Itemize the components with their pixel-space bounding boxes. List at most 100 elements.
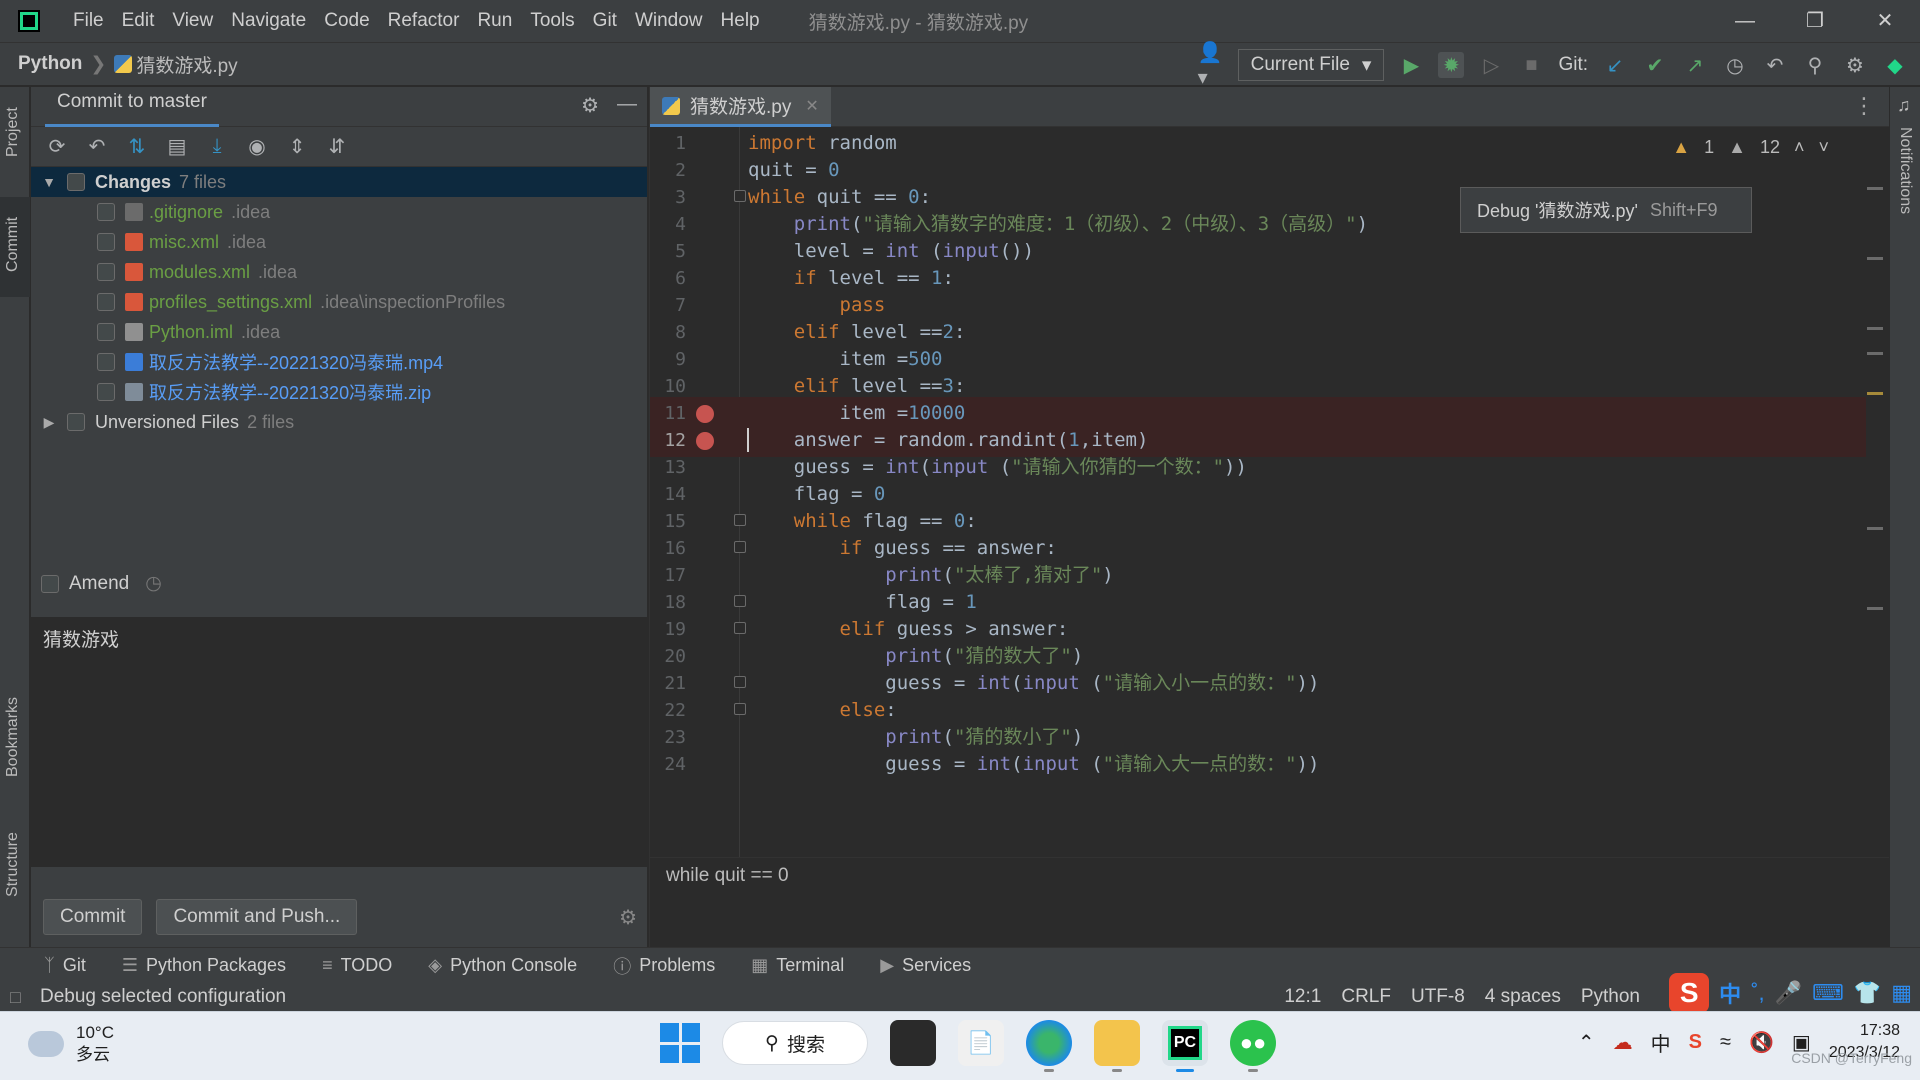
restore-icon[interactable]: ❐ bbox=[1780, 0, 1850, 42]
toolwindow-problems[interactable]: ⓘ Problems bbox=[613, 953, 715, 979]
menu-file[interactable]: File bbox=[64, 0, 113, 42]
diff-icon[interactable]: ▤ bbox=[163, 134, 191, 159]
jetbrains-icon[interactable]: ◆ bbox=[1882, 52, 1908, 78]
run-configuration-select[interactable]: Current File ▾ bbox=[1237, 49, 1385, 81]
toolwindow-python-packages[interactable]: ☰ Python Packages bbox=[122, 955, 286, 976]
indent-setting[interactable]: 4 spaces bbox=[1485, 983, 1561, 1011]
inspection-widget[interactable]: ▲ 1 ▲ 12 ˄ ˅ bbox=[1672, 137, 1829, 158]
collapse-all-icon[interactable]: ⇵ bbox=[323, 134, 351, 159]
fold-icon[interactable] bbox=[734, 622, 746, 634]
file-checkbox[interactable] bbox=[97, 233, 115, 251]
panel-toggle-icon[interactable]: □ bbox=[10, 987, 21, 1008]
gear-icon[interactable]: ⚙ bbox=[619, 905, 637, 930]
changes-group[interactable]: ▼ Changes 7 files bbox=[31, 167, 647, 197]
close-icon[interactable]: ✕ bbox=[805, 96, 818, 116]
close-icon[interactable]: ✕ bbox=[1850, 0, 1920, 42]
unversioned-group[interactable]: ▶ Unversioned Files 2 files bbox=[31, 407, 294, 437]
wifi-icon[interactable]: ≈ bbox=[1720, 1031, 1731, 1054]
list-item[interactable]: 取反方法教学--20221320冯泰瑞.zip bbox=[31, 377, 431, 407]
start-button[interactable] bbox=[660, 1023, 700, 1063]
file-checkbox[interactable] bbox=[97, 323, 115, 341]
chevron-down-icon[interactable]: ˅ bbox=[1818, 137, 1829, 158]
debug-icon[interactable]: ✹ bbox=[1438, 52, 1465, 78]
chevron-up-icon[interactable]: ⌃ bbox=[1578, 1030, 1595, 1055]
taskbar-search[interactable]: ⚲ 搜索 bbox=[722, 1021, 868, 1065]
user-icon[interactable]: 👤▾ bbox=[1198, 42, 1224, 89]
git-push-icon[interactable]: ↗ bbox=[1682, 52, 1708, 78]
menu-code[interactable]: Code bbox=[315, 0, 378, 42]
more-icon[interactable]: ⋮ bbox=[1853, 93, 1875, 119]
menu-tools[interactable]: Tools bbox=[521, 0, 583, 42]
toolwindow-git[interactable]: ᛉ Git bbox=[44, 955, 86, 976]
wechat-icon[interactable]: ●● bbox=[1230, 1020, 1276, 1072]
toolwindow-terminal[interactable]: ▦ Terminal bbox=[751, 955, 844, 976]
git-commit-icon[interactable]: ✔ bbox=[1642, 52, 1668, 78]
keyboard-icon[interactable]: ⌨ bbox=[1812, 980, 1844, 1006]
caret-position[interactable]: 12:1 bbox=[1284, 983, 1321, 1011]
git-update-icon[interactable]: ↙ bbox=[1602, 52, 1628, 78]
stripe-bookmarks[interactable]: Bookmarks bbox=[4, 697, 22, 777]
ime-indicator-icon[interactable]: 中 bbox=[1651, 1028, 1671, 1057]
amend-label[interactable]: Amend bbox=[69, 573, 129, 595]
toolwindow-todo[interactable]: ≡ TODO bbox=[322, 955, 392, 976]
expand-all-icon[interactable]: ⇕ bbox=[283, 134, 311, 159]
edge-browser-icon[interactable] bbox=[1026, 1020, 1072, 1072]
gear-icon[interactable]: ⚙ bbox=[581, 93, 599, 118]
fold-icon[interactable] bbox=[734, 703, 746, 715]
list-item[interactable]: .gitignore .idea bbox=[31, 197, 270, 227]
code-area[interactable]: 1 import random 2 quit = 0 3 while quit == … bbox=[650, 127, 1866, 857]
bell-icon[interactable]: ♫ bbox=[1897, 95, 1911, 116]
python-idle-icon[interactable]: 📄 bbox=[958, 1020, 1004, 1066]
commit-and-push-button[interactable]: Commit and Push... bbox=[156, 899, 358, 935]
rollback-icon[interactable]: ↶ bbox=[1762, 52, 1788, 78]
weather-widget[interactable]: 10°C 多云 bbox=[26, 1022, 114, 1066]
stripe-notifications[interactable]: Notifications bbox=[1896, 127, 1914, 214]
file-checkbox[interactable] bbox=[97, 203, 115, 221]
sogou-tray-icon[interactable]: S bbox=[1689, 1031, 1702, 1054]
amend-checkbox[interactable] bbox=[41, 574, 59, 593]
stripe-structure[interactable]: Structure bbox=[4, 832, 22, 897]
pycharm-taskbar-button[interactable]: PC bbox=[1162, 1020, 1208, 1072]
breakpoint-icon[interactable] bbox=[696, 405, 714, 423]
fold-icon[interactable] bbox=[734, 595, 746, 607]
rollback-icon[interactable]: ↶ bbox=[83, 134, 111, 159]
breadcrumb-file[interactable]: 猜数游戏.py bbox=[136, 51, 237, 78]
unversioned-checkbox[interactable] bbox=[67, 413, 85, 431]
menu-run[interactable]: Run bbox=[468, 0, 521, 42]
fold-icon[interactable] bbox=[734, 676, 746, 688]
eye-icon[interactable]: ◉ bbox=[243, 134, 271, 159]
line-separator[interactable]: CRLF bbox=[1341, 983, 1391, 1011]
grid-icon[interactable]: ▦ bbox=[1891, 980, 1912, 1006]
hide-panel-icon[interactable]: — bbox=[617, 93, 637, 118]
toolwindow-services[interactable]: ▶ Services bbox=[880, 955, 971, 976]
fold-icon[interactable] bbox=[734, 514, 746, 526]
chevron-right-icon[interactable]: ▶ bbox=[39, 414, 59, 431]
menu-help[interactable]: Help bbox=[712, 0, 769, 42]
commit-message-input[interactable]: 猜数游戏 bbox=[31, 617, 647, 867]
list-item[interactable]: modules.xml .idea bbox=[31, 257, 297, 287]
error-stripe[interactable] bbox=[1865, 127, 1889, 857]
sogou-ime-icon[interactable]: S bbox=[1669, 973, 1710, 1013]
file-checkbox[interactable] bbox=[97, 383, 115, 401]
menu-git[interactable]: Git bbox=[584, 0, 626, 42]
ime-language[interactable]: 中 bbox=[1719, 977, 1741, 1009]
commit-button[interactable]: Commit bbox=[43, 899, 143, 935]
skin-icon[interactable]: 👕 bbox=[1854, 980, 1881, 1006]
chevron-up-icon[interactable]: ˄ bbox=[1794, 137, 1805, 158]
stripe-project[interactable]: Project bbox=[4, 107, 22, 157]
punctuation-icon[interactable]: ˚, bbox=[1751, 980, 1764, 1006]
code-breadcrumb[interactable]: while quit == 0 bbox=[650, 857, 1890, 893]
coverage-icon[interactable]: ▷ bbox=[1478, 52, 1504, 78]
history-icon[interactable]: ◷ bbox=[145, 572, 162, 595]
breakpoint-icon[interactable] bbox=[696, 432, 714, 450]
task-view-icon[interactable] bbox=[890, 1020, 936, 1066]
shelve-icon[interactable]: ⤓ bbox=[203, 135, 231, 158]
refresh-icon[interactable]: ⟳ bbox=[43, 134, 71, 159]
search-icon[interactable]: ⚲ bbox=[1802, 52, 1828, 78]
fold-icon[interactable] bbox=[734, 190, 746, 202]
file-encoding[interactable]: UTF-8 bbox=[1411, 983, 1465, 1011]
menu-navigate[interactable]: Navigate bbox=[222, 0, 315, 42]
microphone-icon[interactable]: 🎤 bbox=[1775, 980, 1802, 1006]
speaker-muted-icon[interactable]: 🔇 bbox=[1749, 1030, 1774, 1055]
stripe-commit[interactable]: Commit bbox=[4, 217, 22, 272]
